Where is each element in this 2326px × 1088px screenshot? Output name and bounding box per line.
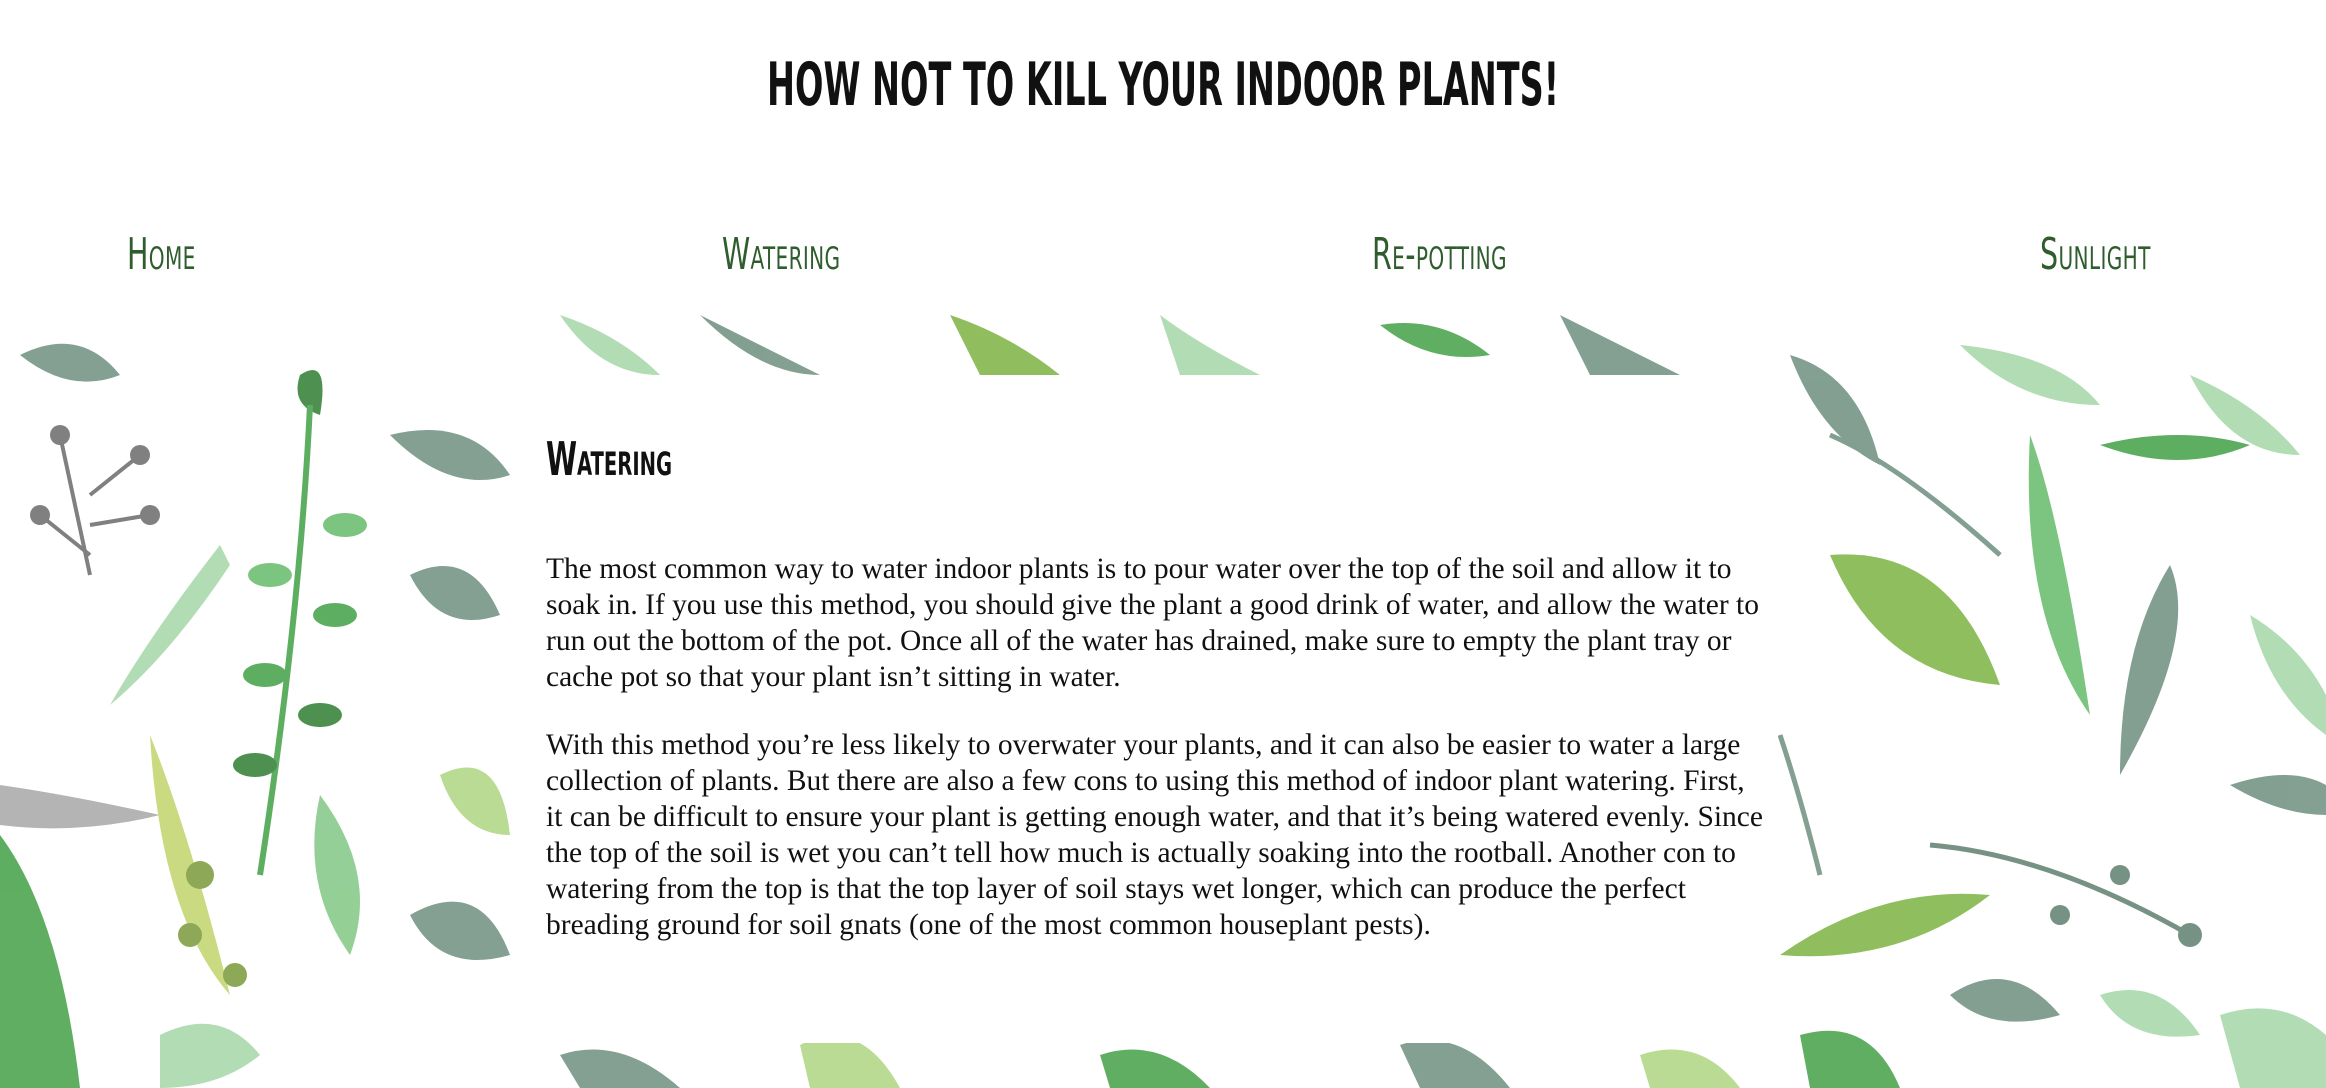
- site-title: HOW NOT TO KILL YOUR INDOOR PLANTS!: [767, 50, 1559, 120]
- paragraph-1: The most common way to water indoor plan…: [546, 553, 1759, 693]
- nav-link-watering[interactable]: Watering: [722, 210, 840, 300]
- main-nav: Home Watering Re-potting Sunlight: [0, 210, 2326, 300]
- paragraph-2: With this method you’re less likely to o…: [546, 729, 1763, 941]
- content-card: Watering The most common way to water in…: [514, 380, 1778, 1043]
- nav-link-sunlight[interactable]: Sunlight: [2040, 210, 2151, 300]
- section-heading: Watering: [546, 432, 673, 486]
- nav-link-home[interactable]: Home: [127, 210, 196, 300]
- nav-link-re-potting[interactable]: Re-potting: [1372, 210, 1507, 300]
